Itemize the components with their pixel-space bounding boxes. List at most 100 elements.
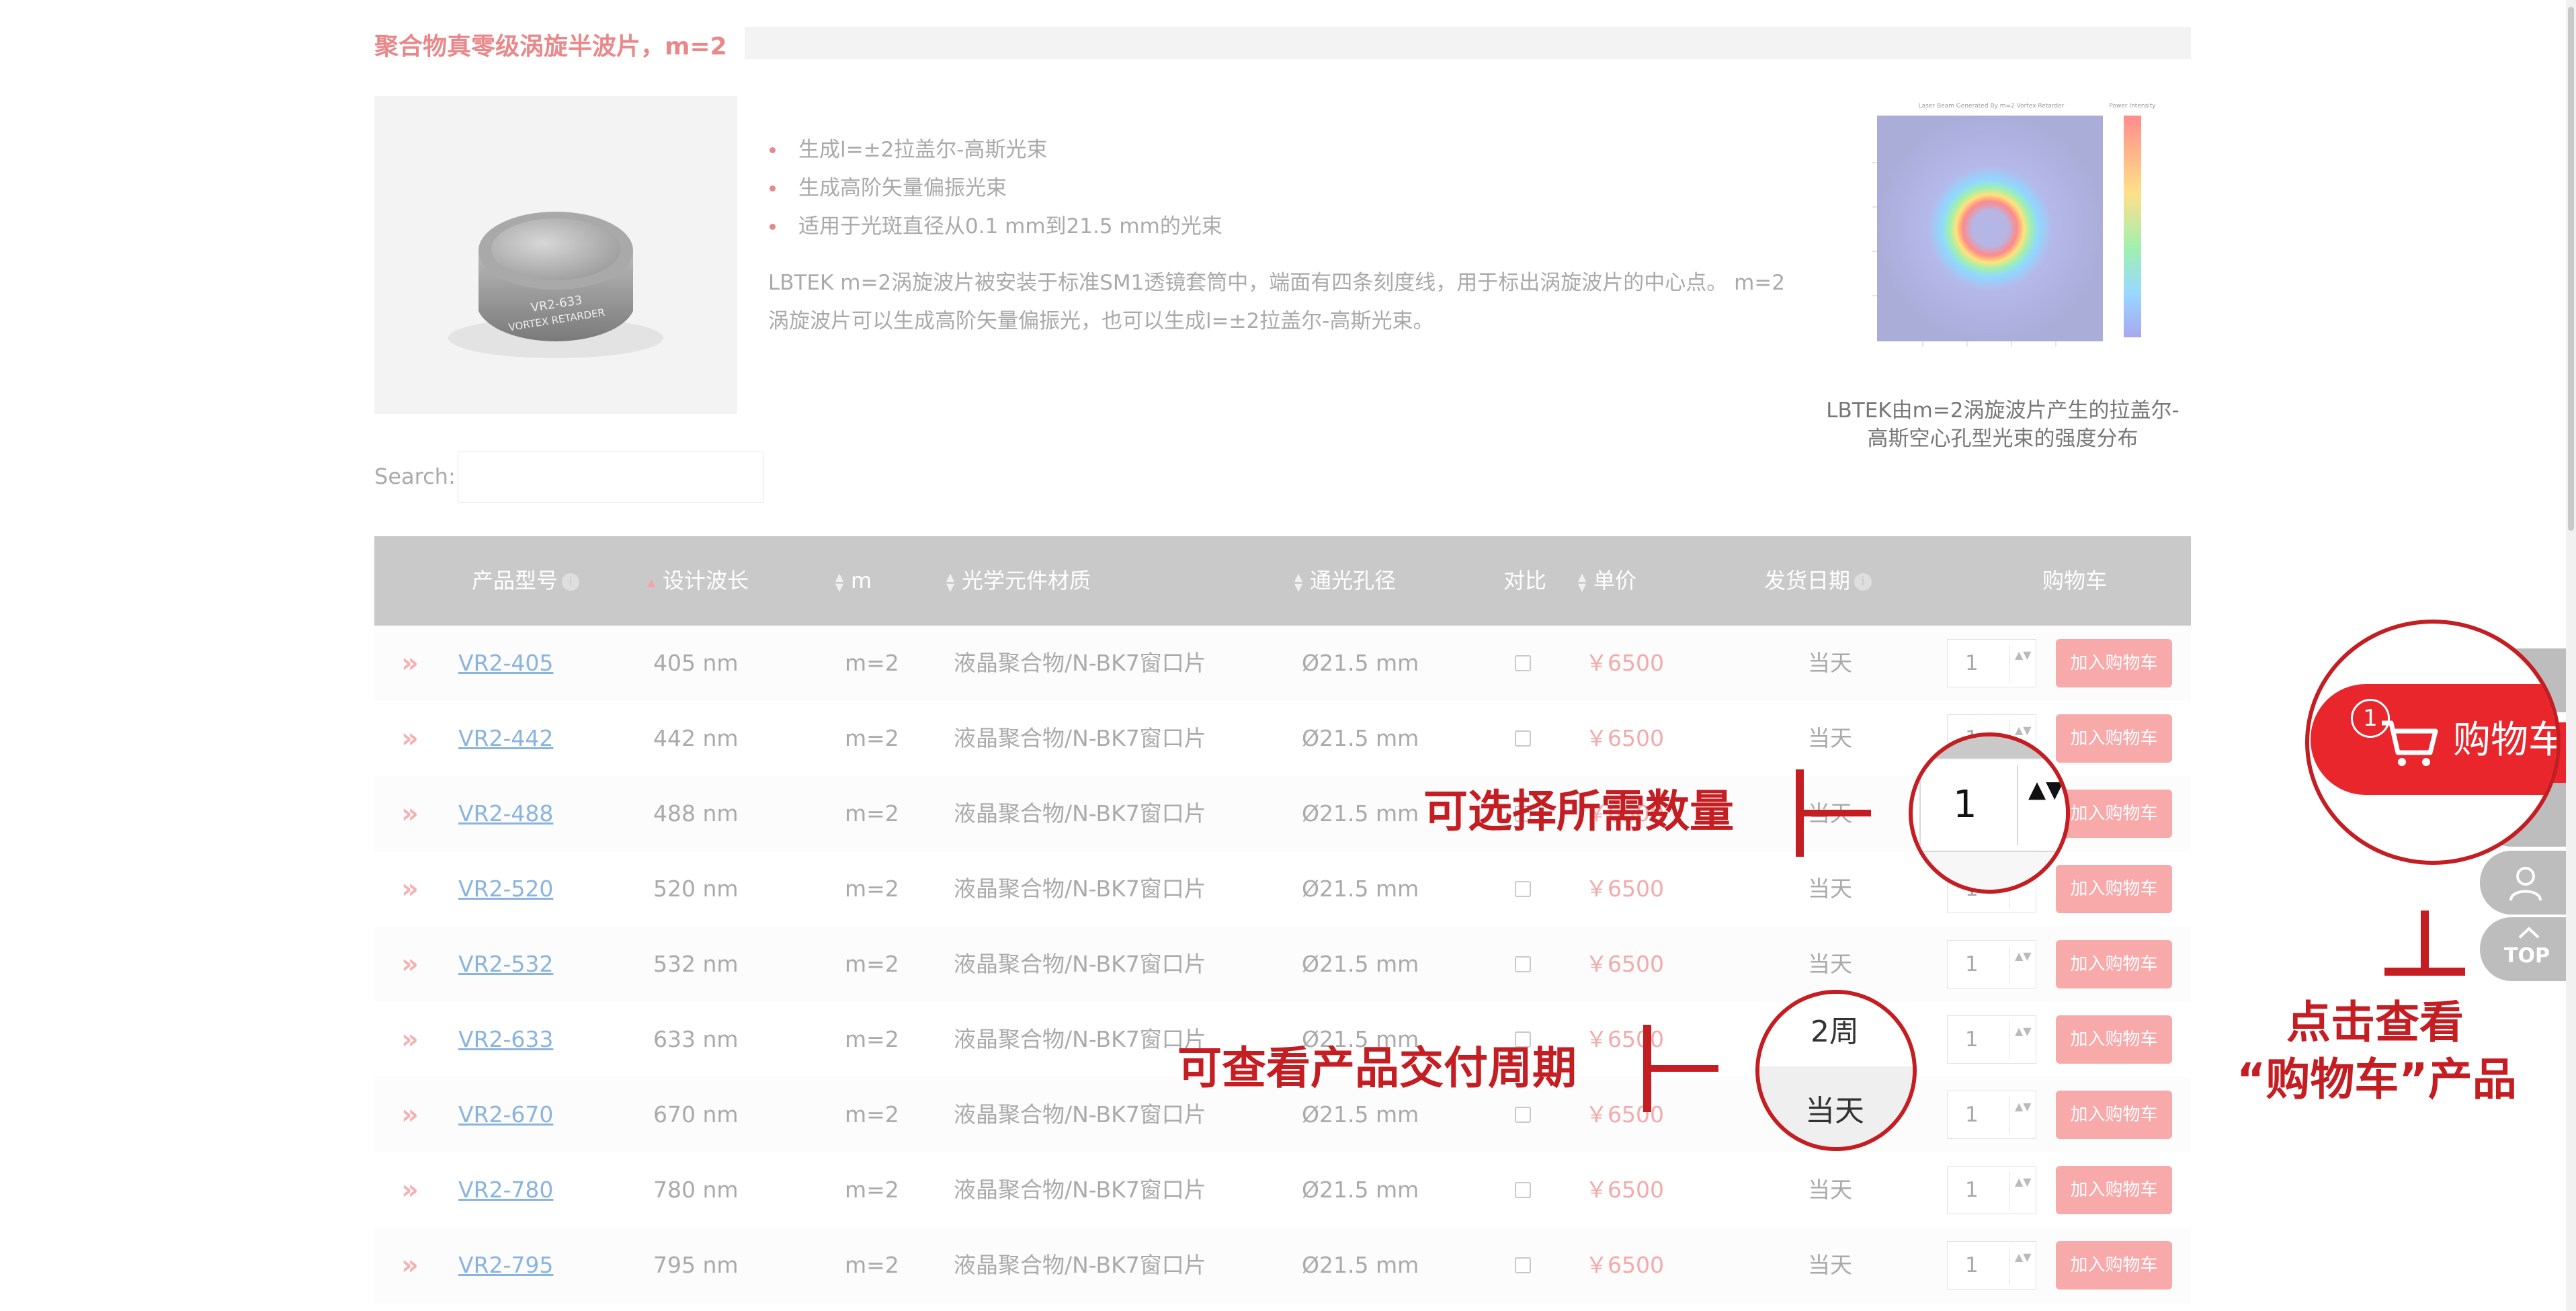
scrollbar-thumb[interactable] (2568, 7, 2574, 531)
expand-chevron-icon[interactable]: » (401, 626, 419, 701)
chevron-up-icon (2518, 927, 2540, 939)
info-icon[interactable]: i (1854, 573, 1872, 591)
zoomed-quantity-value: 1 (1953, 783, 1977, 827)
aperture-cell: Ø21.5 mm (1302, 1177, 1419, 1203)
add-to-cart-button[interactable]: 加入购物车 (2056, 790, 2172, 838)
header-ship-date[interactable]: 发货日期 i (1764, 536, 1872, 626)
quantity-stepper[interactable]: 1 ▲▼ (1947, 1166, 2036, 1214)
header-wavelength[interactable]: ▲ 设计波长 (647, 536, 749, 626)
expand-chevron-icon[interactable]: » (401, 927, 419, 1002)
product-title: 聚合物真零级涡旋半波片，m=2 (374, 33, 727, 60)
header-model[interactable]: 产品型号 i (472, 536, 580, 626)
quantity-stepper[interactable]: 1 ▲▼ (1947, 1015, 2036, 1064)
quantity-stepper[interactable]: 1 ▲▼ (1947, 1091, 2036, 1139)
compare-checkbox[interactable] (1515, 1107, 1531, 1123)
stepper-arrows-icon[interactable]: ▲▼ (2015, 646, 2032, 663)
sort-asc-icon: ▲ (647, 575, 656, 589)
m-cell: m=2 (845, 1026, 899, 1052)
quantity-value[interactable]: 1 (1965, 640, 1979, 687)
model-link[interactable]: VR2-795 (458, 1252, 553, 1278)
stepper-arrows-icon[interactable]: ▲▼ (2015, 1173, 2032, 1190)
annotation-connector (1651, 1065, 1718, 1072)
model-link[interactable]: VR2-780 (458, 1177, 553, 1203)
model-link[interactable]: VR2-405 (458, 650, 553, 676)
compare-checkbox[interactable] (1515, 1182, 1531, 1198)
model-link[interactable]: VR2-442 (458, 725, 553, 751)
material-cell: 液晶聚合物/N-BK7窗口片 (954, 876, 1206, 902)
wavelength-cell: 442 nm (653, 725, 739, 751)
add-to-cart-button[interactable]: 加入购物车 (2056, 1241, 2172, 1289)
sort-icon: ▲ ▼ (835, 570, 844, 593)
expand-chevron-icon[interactable]: » (401, 1002, 419, 1077)
feature-item: 适用于光斑直径从0.1 mm到21.5 mm的光束 (768, 208, 1222, 246)
ship-date-cell: 当天 (1808, 876, 1852, 902)
header-material[interactable]: ▲ ▼ 光学元件材质 (946, 536, 1091, 626)
header-m[interactable]: ▲ ▼ m (835, 536, 872, 626)
stepper-arrows-icon[interactable]: ▲▼ (2015, 1098, 2032, 1115)
add-to-cart-button[interactable]: 加入购物车 (2056, 865, 2172, 913)
page-scrollbar[interactable] (2566, 0, 2576, 1311)
shopping-cart-icon (2382, 720, 2438, 766)
material-cell: 液晶聚合物/N-BK7窗口片 (954, 951, 1206, 977)
quantity-value[interactable]: 1 (1965, 941, 1979, 988)
quantity-value[interactable]: 1 (1965, 1091, 1979, 1138)
info-icon[interactable]: i (562, 573, 580, 591)
price-cell: ￥6500 (1585, 650, 1664, 676)
search-input[interactable] (458, 452, 763, 503)
delivery-zoom-callout: 2周 当天 (1755, 990, 1917, 1151)
compare-checkbox[interactable] (1515, 655, 1531, 671)
header-aperture[interactable]: ▲ ▼ 通光孔径 (1294, 536, 1396, 626)
sidebar-button-back-to-top[interactable]: TOP (2480, 917, 2576, 981)
stepper-arrows-icon[interactable]: ▲▼ (2015, 1023, 2032, 1040)
wavelength-cell: 670 nm (653, 1101, 739, 1128)
expand-chevron-icon[interactable]: » (401, 1152, 419, 1228)
material-cell: 液晶聚合物/N-BK7窗口片 (954, 800, 1206, 827)
zoomed-quantity-stepper: 1 ▲▼ (1919, 758, 2066, 852)
expand-chevron-icon[interactable]: » (401, 701, 419, 776)
annotation-connector (2421, 911, 2429, 974)
table-row: » VR2-405 405 nm m=2 液晶聚合物/N-BK7窗口片 Ø21.… (374, 626, 2191, 701)
model-link[interactable]: VR2-532 (458, 951, 553, 977)
m-cell: m=2 (845, 1177, 899, 1203)
add-to-cart-button[interactable]: 加入购物车 (2056, 940, 2172, 988)
compare-checkbox[interactable] (1515, 730, 1531, 747)
m-cell: m=2 (845, 650, 899, 676)
expand-chevron-icon[interactable]: » (401, 776, 419, 851)
compare-checkbox[interactable] (1515, 1257, 1531, 1273)
add-to-cart-button[interactable]: 加入购物车 (2056, 714, 2172, 763)
quantity-stepper[interactable]: 1 ▲▼ (1947, 940, 2036, 988)
feature-item: 生成l=±2拉盖尔-高斯光束 (768, 131, 1222, 169)
compare-checkbox[interactable] (1515, 881, 1531, 897)
expand-chevron-icon[interactable]: » (401, 1077, 419, 1152)
aperture-cell: Ø21.5 mm (1302, 800, 1419, 827)
compare-checkbox[interactable] (1515, 956, 1531, 972)
quantity-stepper[interactable]: 1 ▲▼ (1947, 639, 2036, 687)
product-image: VR2-633 VORTEX RETARDER (374, 96, 737, 414)
expand-chevron-icon[interactable]: » (401, 851, 419, 927)
stepper-arrows-icon[interactable]: ▲▼ (2015, 1249, 2032, 1265)
expand-chevron-icon[interactable]: » (401, 1228, 419, 1303)
zoomed-ship-date-top: 2周 (1811, 1015, 1859, 1049)
add-to-cart-button[interactable]: 加入购物车 (2056, 1091, 2172, 1139)
quantity-value[interactable]: 1 (1965, 1016, 1979, 1063)
annotation-connector (1804, 810, 1871, 816)
header-price[interactable]: ▲ ▼ 单价 (1577, 536, 1636, 626)
stepper-arrows-icon[interactable]: ▲▼ (2015, 947, 2032, 964)
quantity-value[interactable]: 1 (1965, 1167, 1979, 1214)
add-to-cart-button[interactable]: 加入购物车 (2056, 639, 2172, 687)
aperture-cell: Ø21.5 mm (1302, 876, 1419, 902)
ship-date-cell: 当天 (1808, 1252, 1852, 1278)
price-cell: ￥6500 (1585, 1252, 1664, 1278)
model-link[interactable]: VR2-488 (458, 800, 553, 827)
sidebar-button-account[interactable] (2480, 851, 2576, 915)
model-link[interactable]: VR2-520 (458, 876, 553, 902)
model-link[interactable]: VR2-633 (458, 1026, 553, 1052)
add-to-cart-button[interactable]: 加入购物车 (2056, 1015, 2172, 1064)
chart-title: Laser Beam Generated By m=2 Vortex Retar… (1919, 103, 2065, 110)
sort-icon: ▲ ▼ (1294, 570, 1303, 593)
model-link[interactable]: VR2-670 (458, 1101, 553, 1128)
quantity-value[interactable]: 1 (1965, 1242, 1979, 1289)
zoomed-cart-label: 购物车 (2453, 718, 2561, 762)
add-to-cart-button[interactable]: 加入购物车 (2056, 1166, 2172, 1214)
quantity-stepper[interactable]: 1 ▲▼ (1947, 1241, 2036, 1289)
